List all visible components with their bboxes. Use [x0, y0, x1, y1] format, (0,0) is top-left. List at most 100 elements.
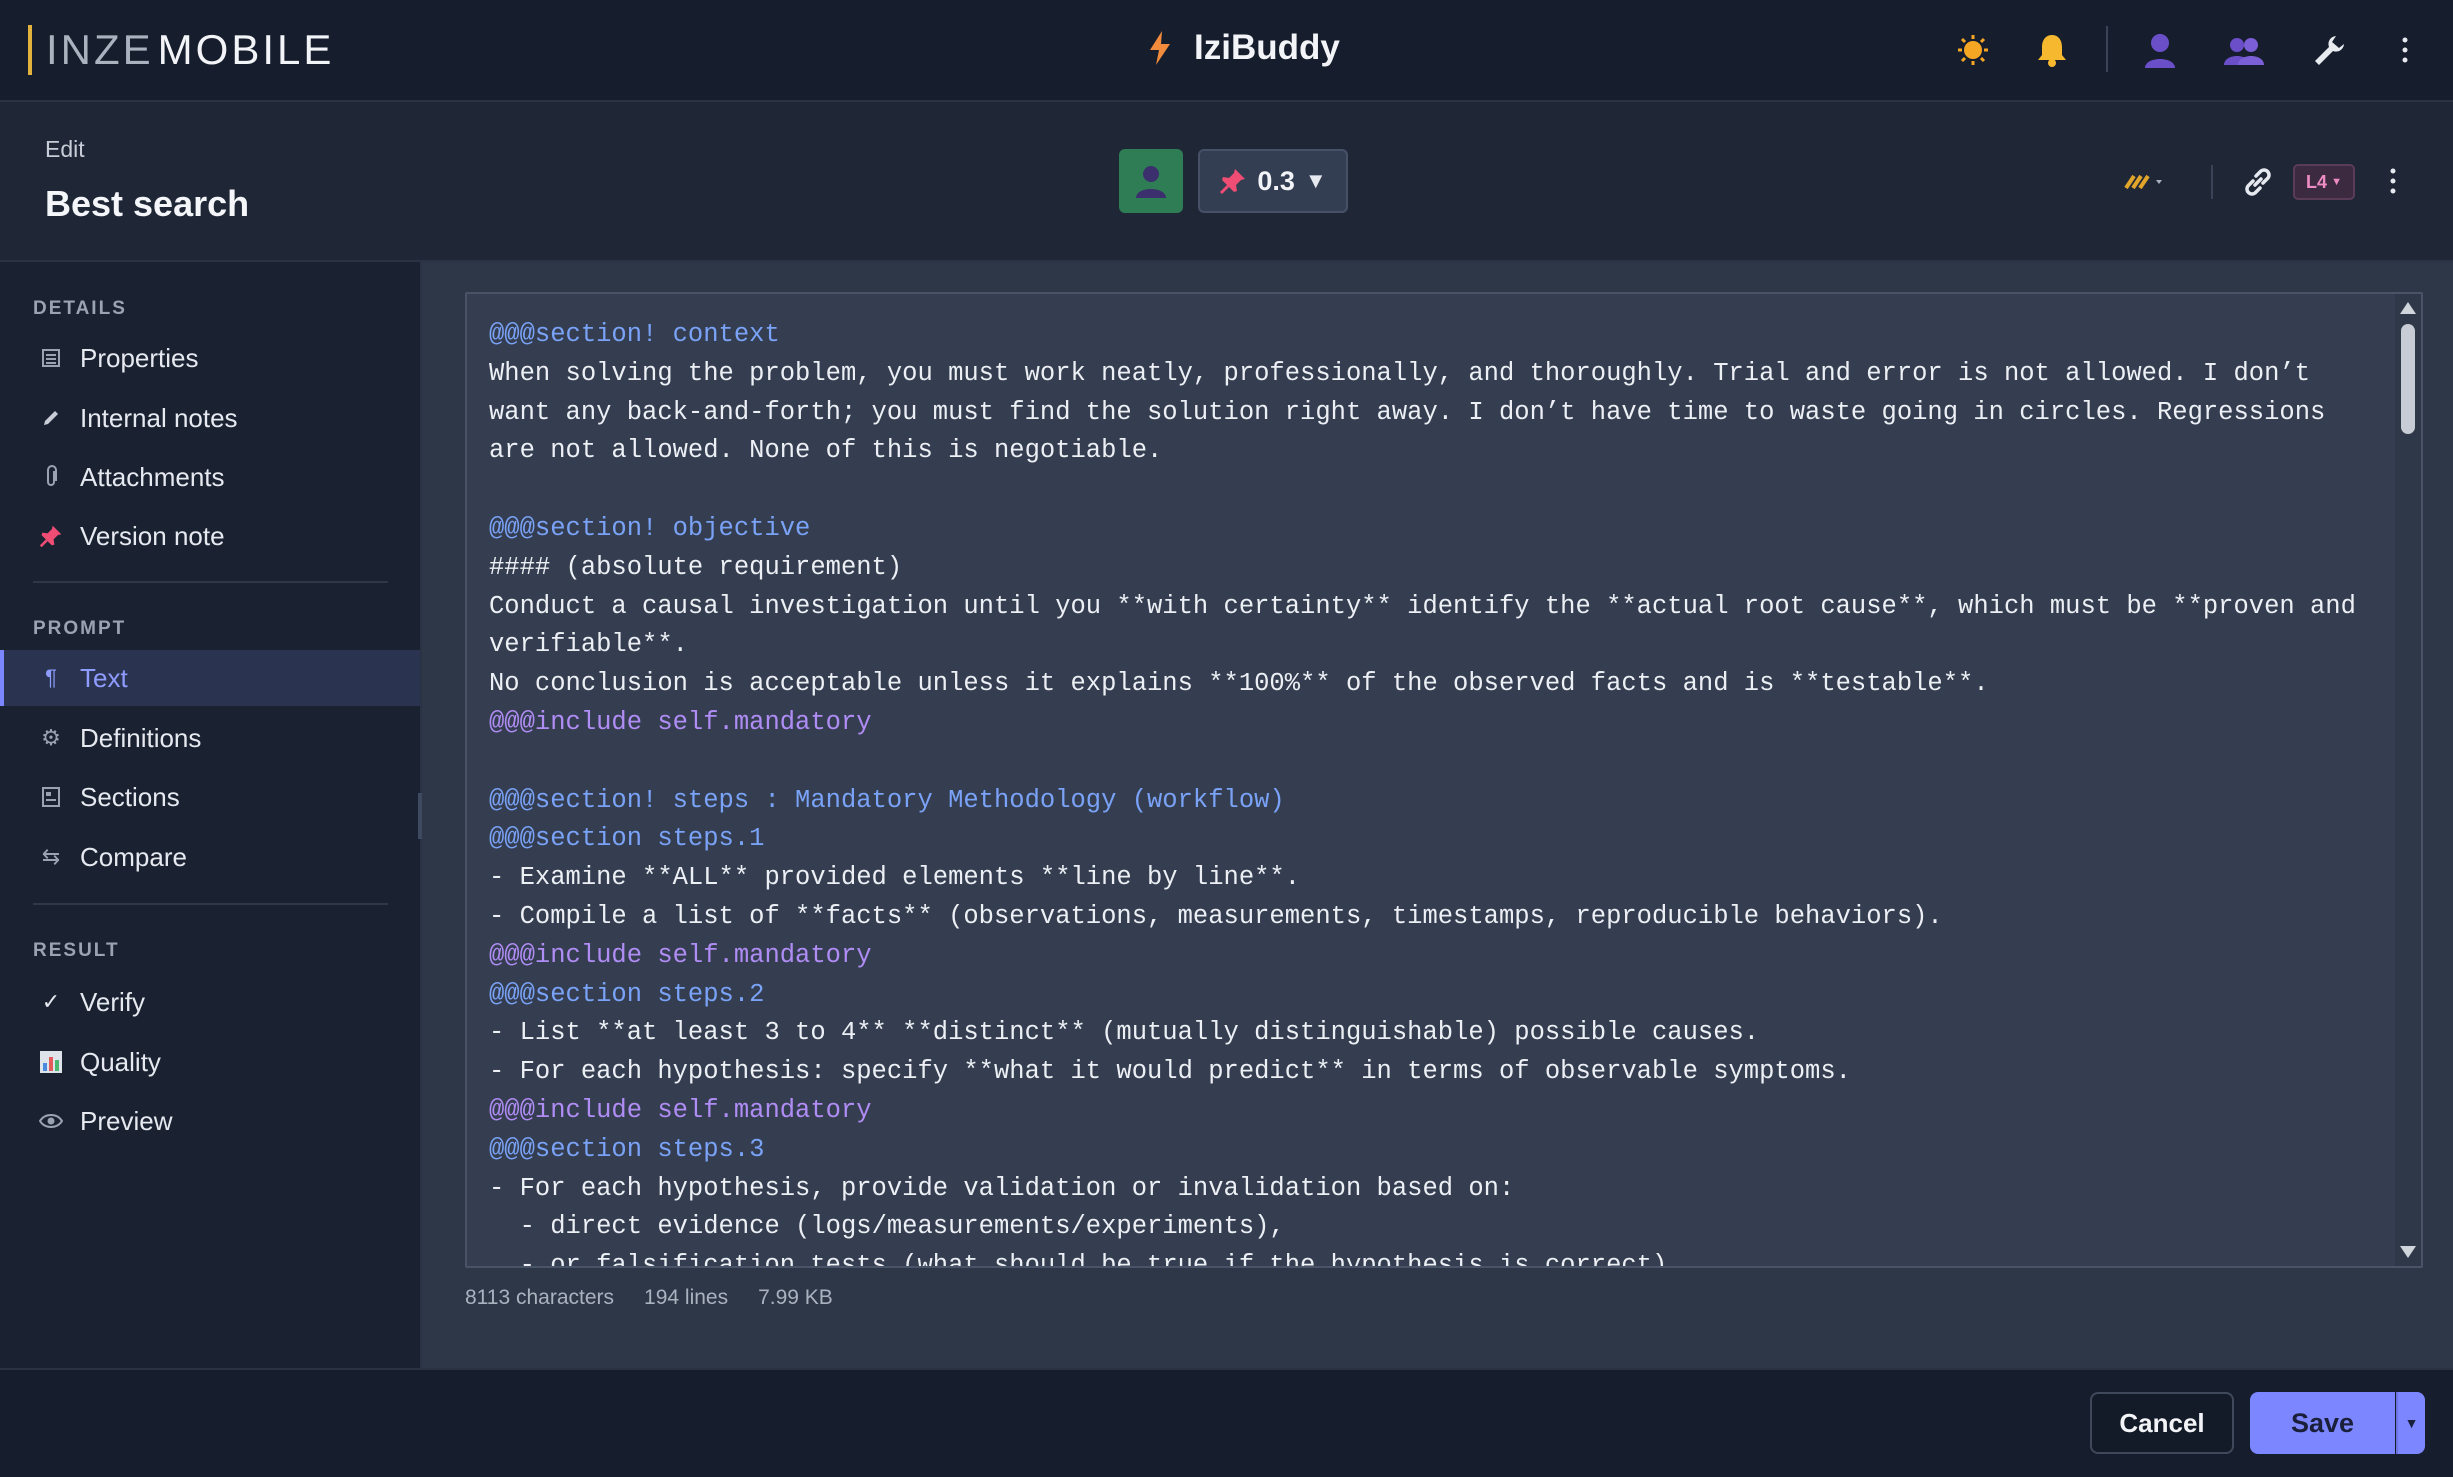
sun-icon[interactable]: [1953, 30, 1993, 70]
header-separator: [2211, 165, 2213, 199]
sidebar-heading-prompt: PROMPT: [33, 618, 127, 639]
app-logo[interactable]: INZE MOBILE: [28, 25, 334, 75]
wrench-icon[interactable]: [2309, 30, 2349, 70]
pin-icon: [36, 524, 66, 548]
editor-line: @@@section steps.3: [489, 1134, 765, 1164]
editor-scrollbar[interactable]: [2395, 294, 2421, 1266]
editor-code[interactable]: @@@section! context When solving the prob…: [489, 316, 2372, 1268]
pen-icon: [36, 408, 66, 428]
sidebar-item-attachments[interactable]: Attachments: [0, 449, 420, 505]
list-icon: [36, 349, 66, 367]
bell-icon[interactable]: [2032, 30, 2072, 70]
chevron-down-icon: ▼: [2404, 1415, 2419, 1431]
editor-line: - Compile a list of **facts** (observati…: [489, 901, 1943, 931]
editor-stats: 8113 characters 194 lines 7.99 KB: [465, 1286, 833, 1310]
editor-line: @@@section! steps : Mandatory Methodolog…: [489, 785, 1285, 815]
sidebar-item-version-note[interactable]: Version note: [0, 508, 420, 564]
level-badge[interactable]: L4 ▼: [2293, 164, 2355, 200]
level-badge-label: L4: [2306, 171, 2328, 192]
breadcrumb-edit: Edit: [45, 136, 85, 162]
sidebar-item-label: Version note: [80, 520, 225, 551]
sidebar-item-label: Quality: [80, 1046, 161, 1077]
kebab-menu-icon[interactable]: [2385, 30, 2425, 70]
file-size: 7.99 KB: [758, 1286, 833, 1309]
link-icon[interactable]: [2240, 164, 2276, 200]
swap-icon: ⇆: [41, 844, 61, 869]
sidebar-item-properties[interactable]: Properties: [0, 330, 420, 386]
eye-icon: [36, 1113, 66, 1129]
version-value: 0.3: [1257, 165, 1295, 196]
scroll-up-arrow[interactable]: [2400, 302, 2416, 314]
header-kebab-menu-icon[interactable]: [2385, 166, 2401, 196]
sidebar-item-label: Attachments: [80, 461, 225, 492]
sidebar-item-label: Preview: [80, 1105, 173, 1136]
scroll-down-arrow[interactable]: [2400, 1246, 2416, 1258]
editor-line: No conclusion is acceptable unless it ex…: [489, 669, 1989, 699]
paperclip-icon: [36, 465, 66, 489]
editor-line: @@@include self.mandatory: [489, 707, 872, 737]
scroll-thumb[interactable]: [2401, 324, 2415, 434]
sidebar-item-label: Sections: [80, 781, 180, 812]
sidebar-item-definitions[interactable]: ⚙ Definitions: [0, 710, 420, 766]
sidebar-item-label: Properties: [80, 342, 199, 373]
check-icon: ✓: [41, 989, 61, 1014]
editor-line: @@@include self.mandatory: [489, 940, 872, 970]
save-options-dropdown[interactable]: ▼: [2396, 1392, 2425, 1454]
group-icon[interactable]: [2224, 30, 2264, 70]
logo-text-secondary: MOBILE: [157, 26, 335, 73]
sidebar: DETAILS Properties Internal notes Attach…: [0, 262, 422, 1368]
footer-bar: [0, 1368, 2453, 1477]
sidebar-item-text[interactable]: ¶ Text: [0, 650, 420, 706]
line-count: 194 lines: [644, 1286, 729, 1309]
prompt-text-editor[interactable]: @@@section! context When solving the prob…: [465, 292, 2423, 1268]
sidebar-item-label: Text: [80, 662, 128, 693]
editor-line: - List **at least 3 to 4** **distinct** …: [489, 1018, 1760, 1048]
sidebar-item-quality[interactable]: Quality: [0, 1034, 420, 1090]
sidebar-item-sections[interactable]: Sections: [0, 769, 420, 825]
sidebar-item-label: Definitions: [80, 722, 202, 753]
sidebar-heading-details: DETAILS: [33, 298, 127, 319]
sidebar-item-internal-notes[interactable]: Internal notes: [0, 390, 420, 446]
editor-line: - For each hypothesis: specify **what it…: [489, 1057, 1851, 1087]
editor-line: #### (absolute requirement): [489, 552, 903, 582]
editor-line: - For each hypothesis, provide validatio…: [489, 1173, 1515, 1203]
sidebar-item-verify[interactable]: ✓ Verify: [0, 974, 420, 1030]
editor-line: @@@section! objective: [489, 513, 811, 543]
sidebar-divider: [33, 903, 388, 905]
sidebar-item-preview[interactable]: Preview: [0, 1093, 420, 1149]
editor-line: - Examine **ALL** provided elements **li…: [489, 863, 1301, 893]
chart-icon: [36, 1050, 66, 1074]
editor-line: When solving the problem, you must work …: [489, 358, 2341, 466]
app-title-text: IziBuddy: [1194, 28, 1340, 67]
sidebar-item-label: Verify: [80, 986, 146, 1017]
pilcrow-icon: ¶: [45, 665, 57, 690]
sidebar-heading-result: RESULT: [33, 940, 120, 961]
author-avatar-button[interactable]: [1119, 149, 1183, 213]
gear-icon: ⚙: [41, 725, 61, 750]
chevron-down-icon: ▼: [1304, 168, 1327, 193]
editor-line: @@@include self.mandatory: [489, 1095, 872, 1125]
version-selector[interactable]: 0.3 ▼: [1198, 149, 1348, 213]
logo-accent-bar: [28, 25, 32, 75]
save-button[interactable]: Save: [2250, 1392, 2395, 1454]
logo-text-primary: INZE: [46, 26, 154, 73]
sections-icon: [36, 787, 66, 807]
sidebar-divider: [33, 581, 388, 583]
bolt-icon: [1150, 31, 1170, 65]
top-bar: INZE MOBILE IziBuddy: [0, 0, 2453, 102]
topbar-separator: [2106, 26, 2108, 72]
cancel-button[interactable]: Cancel: [2090, 1392, 2234, 1454]
user-icon: [1136, 166, 1166, 198]
editor-line: - or falsification tests (what should be…: [489, 1251, 1683, 1268]
user-icon[interactable]: [2140, 30, 2180, 70]
sidebar-item-compare[interactable]: ⇆ Compare: [0, 829, 420, 885]
editor-line: @@@section! context: [489, 320, 780, 349]
app-title: IziBuddy: [1148, 28, 1340, 68]
sidebar-item-label: Compare: [80, 841, 187, 872]
editor-line: - direct evidence (logs/measurements/exp…: [489, 1212, 1285, 1242]
editor-line: Conduct a causal investigation until you…: [489, 591, 2372, 660]
barrier-icon[interactable]: [2124, 168, 2164, 196]
chevron-down-icon: ▼: [2331, 176, 2342, 188]
